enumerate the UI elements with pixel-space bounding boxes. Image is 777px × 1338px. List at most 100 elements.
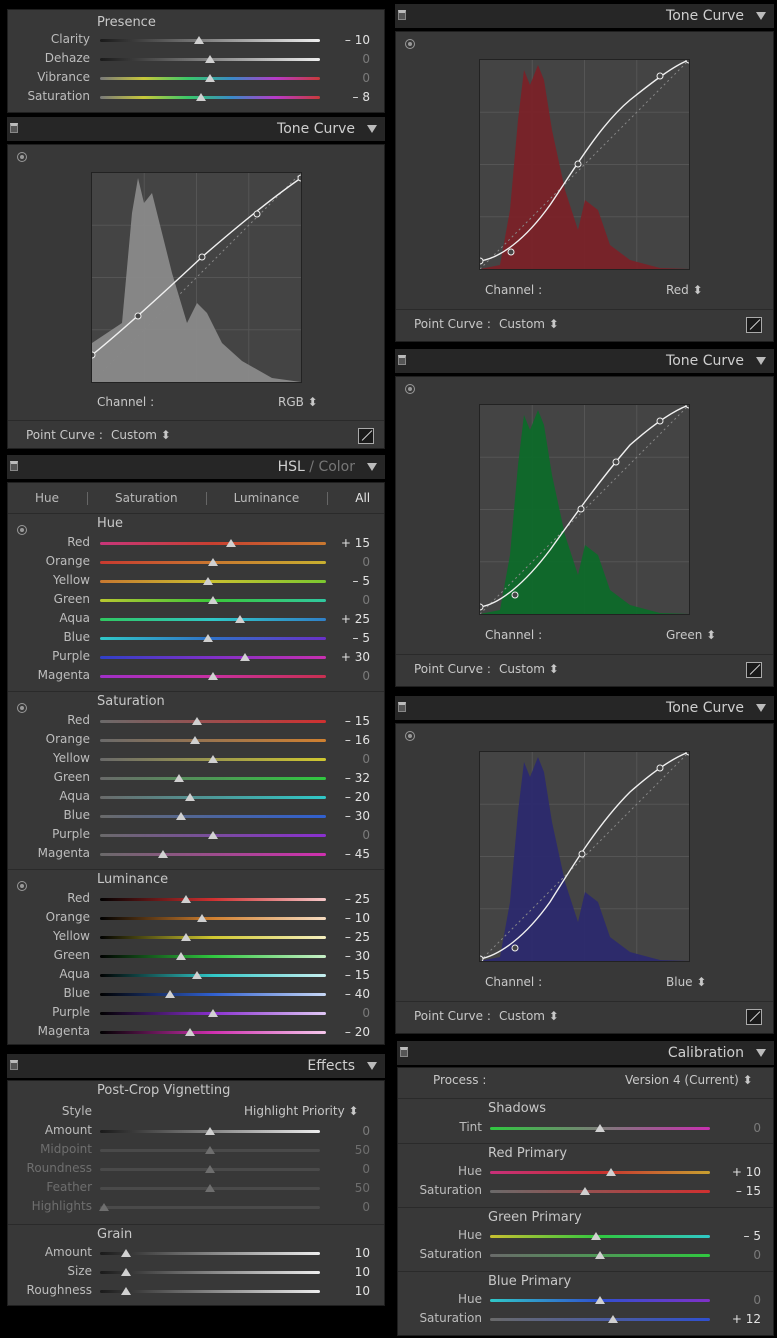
panel-switch-icon[interactable] — [398, 355, 406, 365]
effects-header[interactable]: Effects — [7, 1054, 385, 1078]
grain-size-slider-thumb[interactable] — [121, 1268, 132, 1276]
channel-select[interactable]: Green ⬍ — [666, 628, 716, 642]
hue-purple-slider-thumb[interactable] — [239, 653, 250, 661]
blue-hue-slider-thumb[interactable] — [595, 1296, 605, 1304]
calibration-header[interactable]: Calibration — [397, 1041, 774, 1065]
luminance-orange-value[interactable]: – 10 — [345, 911, 370, 925]
hue-orange-value[interactable]: 0 — [362, 555, 370, 569]
luminance-purple-value[interactable]: 0 — [362, 1006, 370, 1020]
target-adjust-icon[interactable] — [17, 525, 27, 535]
collapse-triangle-icon[interactable] — [756, 357, 766, 365]
collapse-triangle-icon[interactable] — [756, 704, 766, 712]
point-curve-select[interactable]: Custom ⬍ — [499, 1009, 559, 1023]
saturation-red-track[interactable] — [100, 720, 326, 723]
hsl-title-hsl[interactable]: HSL — [278, 459, 305, 475]
target-adjust-icon[interactable] — [405, 731, 415, 741]
curve-control-point[interactable] — [577, 505, 585, 513]
grain-roughness-slider-thumb[interactable] — [121, 1287, 132, 1295]
luminance-yellow-track[interactable] — [100, 936, 326, 939]
hue-blue-slider-thumb[interactable] — [203, 634, 214, 642]
luminance-green-value[interactable]: – 30 — [345, 949, 370, 963]
green-saturation-slider-thumb[interactable] — [595, 1251, 605, 1259]
grain-amount-track[interactable] — [100, 1252, 320, 1255]
saturation-green-value[interactable]: – 32 — [345, 771, 370, 785]
saturation-red-slider-thumb[interactable] — [192, 717, 203, 725]
clarity-slider-thumb[interactable] — [194, 36, 204, 44]
curve-control-point[interactable] — [656, 72, 664, 80]
luminance-blue-value[interactable]: – 40 — [345, 987, 370, 1001]
tab-luminance[interactable]: Luminance — [234, 491, 300, 505]
blue-saturation-value[interactable]: + 12 — [732, 1312, 761, 1326]
red-hue-track[interactable] — [490, 1171, 710, 1174]
vignette-highlights-value[interactable]: 0 — [362, 1200, 370, 1214]
curve-control-point[interactable] — [507, 248, 515, 256]
luminance-yellow-value[interactable]: – 25 — [345, 930, 370, 944]
style-select[interactable]: Highlight Priority ⬍ — [244, 1104, 359, 1118]
shadows-tint-value[interactable]: 0 — [753, 1121, 761, 1135]
saturation-blue-slider-thumb[interactable] — [176, 812, 187, 820]
tone-curve-blue-header[interactable]: Tone Curve — [395, 696, 774, 720]
panel-switch-icon[interactable] — [400, 1047, 408, 1057]
curve-control-point[interactable] — [198, 253, 206, 261]
saturation-orange-slider-thumb[interactable] — [189, 736, 200, 744]
luminance-aqua-value[interactable]: – 15 — [345, 968, 370, 982]
curve-control-point[interactable] — [134, 312, 142, 320]
panel-switch-icon[interactable] — [10, 123, 18, 133]
tab-hue[interactable]: Hue — [35, 491, 59, 505]
saturation-yellow-slider-thumb[interactable] — [208, 755, 218, 763]
grain-amount-slider-thumb[interactable] — [121, 1249, 132, 1257]
saturation-slider-thumb[interactable] — [196, 93, 207, 101]
tone-curve-green-graph[interactable] — [479, 404, 690, 615]
point-curve-select[interactable]: Custom ⬍ — [499, 317, 559, 331]
hue-red-value[interactable]: + 15 — [341, 536, 370, 550]
saturation-magenta-value[interactable]: – 45 — [345, 847, 370, 861]
hue-orange-slider-thumb[interactable] — [208, 558, 218, 566]
grain-size-track[interactable] — [100, 1271, 320, 1274]
point-curve-select[interactable]: Custom ⬍ — [111, 428, 171, 442]
process-select[interactable]: Version 4 (Current) ⬍ — [625, 1073, 753, 1087]
saturation-green-slider-thumb[interactable] — [174, 774, 185, 782]
hue-aqua-value[interactable]: + 25 — [341, 612, 370, 626]
edit-point-curve-icon[interactable] — [358, 428, 374, 444]
luminance-blue-slider-thumb[interactable] — [165, 990, 176, 998]
vignette-roundness-value[interactable]: 0 — [362, 1162, 370, 1176]
collapse-triangle-icon[interactable] — [367, 463, 377, 471]
luminance-yellow-slider-thumb[interactable] — [180, 933, 191, 941]
edit-point-curve-icon[interactable] — [746, 1009, 762, 1025]
vignette-roundness-slider-thumb[interactable] — [205, 1165, 215, 1173]
curve-control-point[interactable] — [656, 764, 664, 772]
panel-switch-icon[interactable] — [398, 10, 406, 20]
luminance-magenta-value[interactable]: – 20 — [345, 1025, 370, 1039]
tone-curve-blue-graph[interactable] — [479, 751, 690, 962]
curve-control-point[interactable] — [297, 174, 301, 182]
tab-all[interactable]: All — [355, 491, 370, 505]
luminance-aqua-slider-thumb[interactable] — [192, 971, 203, 979]
green-hue-value[interactable]: – 5 — [744, 1229, 761, 1243]
curve-control-point[interactable] — [480, 955, 484, 961]
target-adjust-icon[interactable] — [405, 384, 415, 394]
saturation-aqua-track[interactable] — [100, 796, 326, 799]
saturation-aqua-slider-thumb[interactable] — [185, 793, 196, 801]
channel-select[interactable]: Blue ⬍ — [666, 975, 706, 989]
vibrance-slider-thumb[interactable] — [205, 74, 215, 82]
clarity-value[interactable]: – 10 — [345, 33, 370, 47]
hue-red-track[interactable] — [100, 542, 326, 545]
vignette-feather-value[interactable]: 50 — [355, 1181, 370, 1195]
saturation-value[interactable]: – 8 — [353, 90, 370, 104]
vignette-feather-slider-thumb[interactable] — [205, 1184, 215, 1192]
curve-control-point[interactable] — [511, 944, 519, 952]
saturation-orange-value[interactable]: – 16 — [345, 733, 370, 747]
luminance-red-track[interactable] — [100, 898, 326, 901]
vibrance-value[interactable]: 0 — [362, 71, 370, 85]
tone-curve-red-graph[interactable] — [479, 59, 690, 270]
saturation-aqua-value[interactable]: – 20 — [345, 790, 370, 804]
tab-saturation[interactable]: Saturation — [115, 491, 178, 505]
collapse-triangle-icon[interactable] — [756, 1049, 766, 1057]
target-adjust-icon[interactable] — [405, 39, 415, 49]
luminance-blue-track[interactable] — [100, 993, 326, 996]
hsl-title-color[interactable]: / Color — [305, 459, 355, 475]
clarity-track[interactable] — [100, 39, 320, 42]
edit-point-curve-icon[interactable] — [746, 317, 762, 333]
dehaze-value[interactable]: 0 — [362, 52, 370, 66]
saturation-track[interactable] — [100, 96, 320, 99]
